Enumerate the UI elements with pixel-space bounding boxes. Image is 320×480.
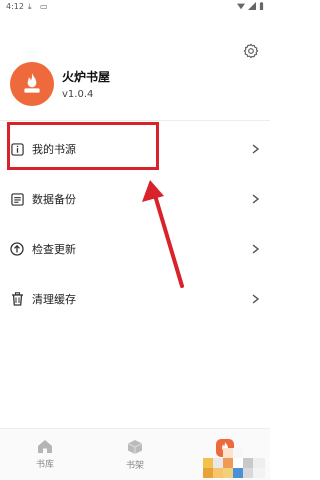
notification-icon: ▭ (40, 2, 48, 11)
bottom-navigation: 书库 书架 (0, 428, 270, 480)
document-icon (10, 192, 24, 206)
trash-icon (10, 292, 24, 306)
status-bar: 4:12 ⤓ ▭ (0, 0, 270, 14)
menu-item-label: 数据备份 (32, 193, 76, 206)
app-version: v1.0.4 (62, 89, 94, 100)
cube-icon (127, 440, 143, 454)
settings-button[interactable] (242, 42, 260, 60)
menu-item-data-backup[interactable]: 数据备份 (0, 174, 270, 224)
status-time: 4:12 (6, 2, 24, 11)
nav-label: 书架 (125, 461, 144, 471)
status-icons (237, 2, 264, 10)
app-name: 火炉书屋 (62, 70, 111, 84)
battery-icon (259, 2, 264, 10)
arrow-up-circle-icon (10, 242, 24, 256)
nav-tab-bookshelf[interactable]: 书架 (90, 429, 180, 480)
menu-item-label: 清理缓存 (32, 293, 76, 306)
nav-label: 书库 (35, 460, 54, 470)
wifi-icon (237, 3, 245, 10)
home-icon (38, 440, 52, 453)
app-logo (10, 62, 54, 106)
menu-item-my-book-sources[interactable]: 我的书源 (0, 124, 270, 174)
signal-icon (248, 2, 256, 10)
menu-item-label: 我的书源 (32, 143, 76, 156)
divider (0, 120, 270, 121)
nav-tab-library[interactable]: 书库 (0, 429, 90, 480)
menu-item-clear-cache[interactable]: 清理缓存 (0, 274, 270, 324)
menu-item-check-update[interactable]: 检查更新 (0, 224, 270, 274)
flame-icon (24, 73, 40, 93)
chevron-right-icon (250, 194, 260, 204)
menu-item-label: 检查更新 (32, 243, 76, 256)
chevron-right-icon (250, 244, 260, 254)
nav-tab-profile[interactable] (180, 429, 270, 480)
chevron-right-icon (250, 294, 260, 304)
app-logo-icon (216, 439, 234, 457)
info-icon (10, 142, 24, 156)
gear-icon (243, 43, 259, 59)
chevron-right-icon (250, 144, 260, 154)
download-icon: ⤓ (28, 2, 32, 11)
profile-header: 火炉书屋 v1.0.4 (10, 62, 260, 112)
